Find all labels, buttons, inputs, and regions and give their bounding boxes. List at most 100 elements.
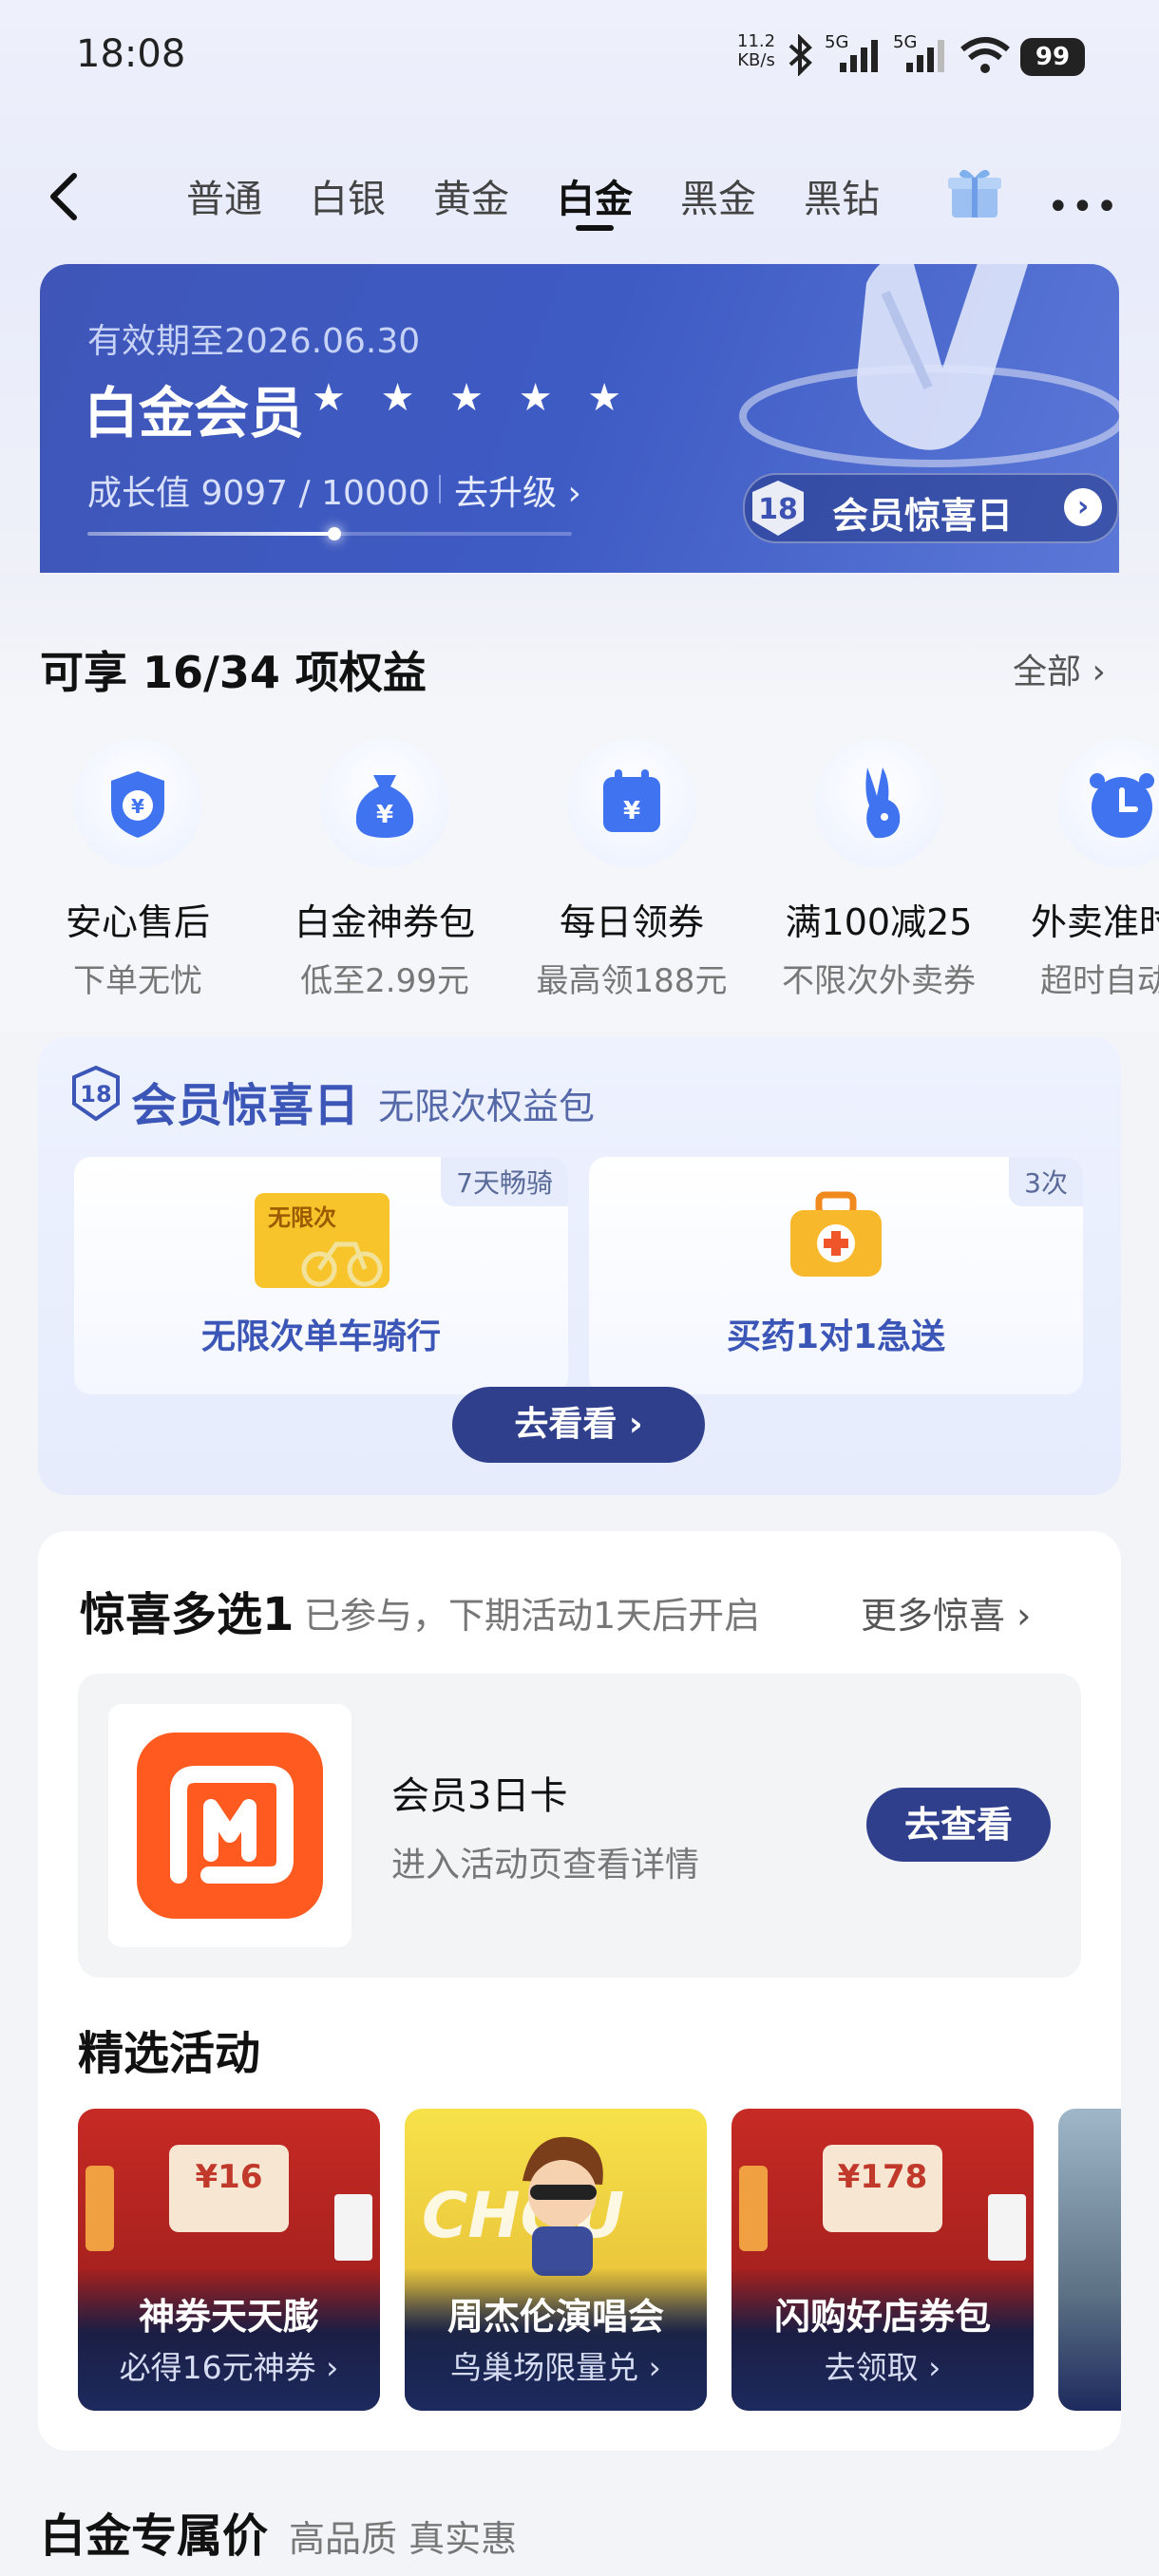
benefit-coupon-pack[interactable]: ¥ 白金神券包 低至2.99元 — [271, 739, 499, 1001]
surprise-day-view-button[interactable]: 去看看 › — [452, 1387, 705, 1463]
benefit-label: 满100减25 — [785, 901, 973, 943]
more-surprises-link[interactable]: 更多惊喜 › — [861, 1586, 1031, 1638]
svg-text:18: 18 — [80, 1081, 111, 1108]
activity-sub: 必得16元神券 › — [119, 2349, 339, 2386]
level-title: 白金会员 — [84, 381, 305, 445]
svg-text:¥: ¥ — [131, 795, 144, 818]
chevron-right-icon: › — [1064, 488, 1102, 526]
level-stars: ★ ★ ★ ★ ★ — [312, 376, 634, 420]
coupon-icon: ¥178 — [823, 2145, 942, 2232]
glass-decoration — [988, 2194, 1026, 2261]
tab-silver[interactable]: 白银 — [310, 168, 386, 223]
net-rate-value: 11.2 — [737, 31, 776, 51]
benefit-label: 安心售后 — [65, 901, 210, 943]
growth-progress-bar — [87, 527, 572, 540]
coupon-icon: ¥16 — [169, 2145, 289, 2232]
benefit-name: 无限次单车骑行 — [200, 1317, 441, 1356]
benefit-label: 外卖准时 — [1031, 901, 1159, 943]
activity-sub: 鸟巢场限量兑 › — [450, 2349, 661, 2386]
divider — [439, 475, 441, 503]
exclusive-price-sub: 高品质 真实惠 — [289, 2518, 518, 2560]
level-tabs-bar: 普通 白银 黄金 白金 黑金 黑钻 ••• — [0, 157, 1159, 242]
status-bar: 18:08 11.2 KB/s 5G 5G 99 — [0, 0, 1159, 114]
glass-decoration — [334, 2194, 372, 2261]
back-arrow-icon[interactable] — [46, 168, 84, 225]
svg-text:18: 18 — [758, 493, 798, 526]
battery-indicator: 99 — [1020, 38, 1085, 76]
surprise-day-pill-label: 会员惊喜日 — [832, 495, 1014, 537]
more-options-icon[interactable]: ••• — [1047, 185, 1120, 229]
network-rate: 11.2 KB/s — [737, 32, 775, 70]
bottle-decoration — [739, 2166, 768, 2251]
tab-black-gold[interactable]: 黑金 — [680, 168, 756, 223]
medicine-delivery-benefit[interactable]: 3次 买药1对1急送 — [589, 1157, 1083, 1394]
benefits-all-link[interactable]: 全部 › — [1013, 644, 1106, 693]
upgrade-link[interactable]: 去升级 › — [454, 465, 581, 515]
exclusive-price-title: 白金专属价 — [40, 2510, 269, 2563]
offer-view-button[interactable]: 去查看 — [866, 1788, 1051, 1862]
multi-select-title: 惊喜多选1 — [80, 1588, 294, 1641]
tab-normal[interactable]: 普通 — [186, 168, 262, 223]
surprise-multi-select-section: 惊喜多选1 已参与，下期活动1天后开启 更多惊喜 › 会员3日卡 进入活动页查看… — [38, 1531, 1121, 2451]
benefit-tag: 7天畅骑 — [441, 1157, 568, 1206]
offer-card[interactable]: 会员3日卡 进入活动页查看详情 去查看 — [78, 1674, 1081, 1978]
badge-18-icon: 18 — [752, 481, 804, 536]
gift-box-icon[interactable] — [946, 164, 1003, 221]
benefit-on-time[interactable]: 外卖准时 超时自动 — [1012, 739, 1159, 1001]
growth-progress-fill — [87, 532, 334, 536]
svg-text:¥: ¥ — [623, 797, 640, 825]
medical-kit-icon — [790, 1191, 882, 1277]
growth-value: 成长值 9097 / 10000 — [87, 474, 430, 513]
surprise-day-title: 会员惊喜日 — [131, 1079, 360, 1132]
benefit-sub: 下单无忧 — [73, 962, 202, 1000]
activity-card-coupons[interactable]: ¥16 神券天天膨 必得16元神券 › — [78, 2109, 380, 2411]
offer-title: 会员3日卡 — [391, 1774, 568, 1818]
tab-black-diamond[interactable]: 黑钻 — [804, 168, 880, 223]
activity-card-partial[interactable] — [1058, 2109, 1121, 2411]
activity-card-shop-coupons[interactable]: ¥178 闪购好店券包 去领取 › — [732, 2109, 1034, 2411]
activity-name: 周杰伦演唱会 — [446, 2296, 664, 2338]
benefit-sub: 最高领188元 — [536, 962, 728, 1000]
kangaroo-icon — [814, 739, 943, 868]
surprise-day-subtitle: 无限次权益包 — [378, 1086, 596, 1127]
benefit-sub: 不限次外卖券 — [782, 962, 976, 1000]
benefit-tag: 3次 — [1009, 1157, 1083, 1206]
benefit-after-sales[interactable]: ¥ 安心售后 下单无忧 — [24, 739, 252, 1001]
tab-gold[interactable]: 黄金 — [433, 168, 509, 223]
featured-activities-title: 精选活动 — [78, 2027, 261, 2080]
app-logo-frame — [108, 1704, 352, 1947]
benefit-takeout-coupon[interactable]: 满100减25 不限次外卖券 — [765, 739, 993, 1001]
activity-card-concert[interactable]: CHOU 周杰伦演唱会 鸟巢场限量兑 › — [405, 2109, 707, 2411]
signal-icon-2 — [906, 40, 944, 72]
alarm-clock-icon — [1057, 739, 1159, 868]
growth-progress-dot — [328, 527, 341, 540]
benefit-name: 买药1对1急送 — [726, 1317, 946, 1356]
benefit-daily-coupon[interactable]: ¥ 每日领券 最高领188元 — [518, 739, 746, 1001]
mango-tv-logo-icon — [137, 1733, 323, 1919]
benefit-sub: 低至2.99元 — [300, 962, 469, 1000]
active-tab-indicator — [576, 225, 614, 231]
wifi-icon — [960, 37, 1010, 73]
cartoon-character-icon — [522, 2136, 603, 2276]
activity-sub: 去领取 › — [824, 2349, 941, 2386]
money-bag-icon: ¥ — [320, 739, 449, 868]
badge-18-icon: 18 — [72, 1066, 120, 1121]
multi-select-status: 已参与，下期活动1天后开启 — [304, 1595, 761, 1637]
offer-sub: 进入活动页查看详情 — [391, 1846, 700, 1885]
net-rate-unit: KB/s — [737, 50, 775, 70]
svg-text:¥: ¥ — [376, 801, 393, 829]
signal-icon — [840, 40, 878, 72]
tab-platinum[interactable]: 白金 — [557, 168, 633, 223]
shield-yen-icon: ¥ — [73, 739, 202, 868]
benefit-sub: 超时自动 — [1040, 962, 1159, 1000]
surprise-day-pill[interactable]: 18 会员惊喜日 › — [743, 473, 1119, 543]
activity-name: 神券天天膨 — [138, 2296, 319, 2338]
benefits-title: 可享 16/34 项权益 — [40, 647, 427, 698]
surprise-day-section: 18 会员惊喜日 无限次权益包 7天畅骑 无限次 无限次单车骑行 3次 买药1对… — [38, 1037, 1121, 1495]
bike-card-icon: 无限次 — [255, 1193, 390, 1288]
valid-until: 有效期至2026.06.30 — [87, 322, 421, 361]
bluetooth-icon — [788, 34, 812, 76]
bike-riding-benefit[interactable]: 7天畅骑 无限次 无限次单车骑行 — [74, 1157, 568, 1394]
bottle-decoration — [86, 2166, 114, 2251]
member-card: 有效期至2026.06.30 白金会员 ★ ★ ★ ★ ★ 成长值 9097 /… — [40, 264, 1119, 573]
